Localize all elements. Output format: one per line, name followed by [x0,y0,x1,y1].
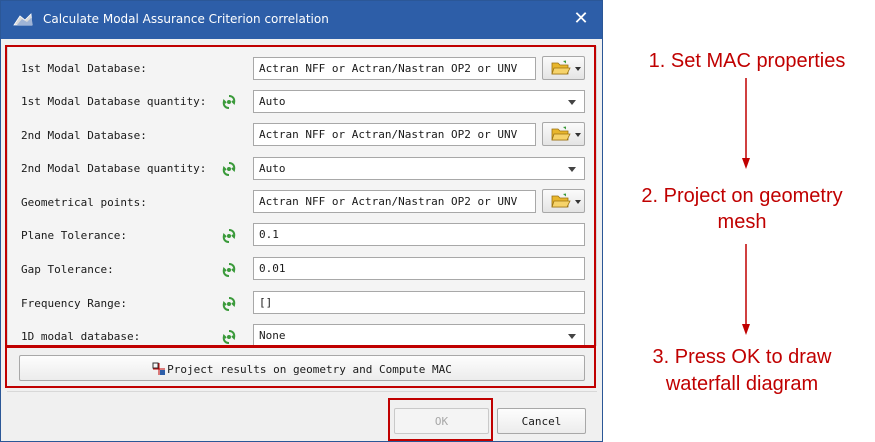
ok-highlight-box [388,398,493,441]
properties-highlight-box [5,45,596,347]
project-highlight-box [5,346,596,388]
app-logo-icon [13,13,33,26]
step-three-annotation-line2: waterfall diagram [665,373,819,395]
close-icon[interactable]: ✕ [569,7,593,31]
dialog-title: Calculate Modal Assurance Criterion corr… [43,12,329,26]
dialog-titlebar: Calculate Modal Assurance Criterion corr… [1,1,602,39]
step-three-annotation-line1: 3. Press OK to draw [652,346,832,368]
step-one-annotation: 1. Set MAC properties [648,50,846,72]
arrow-down-icon [742,244,750,335]
step-two-annotation-line2: mesh [717,211,767,233]
footer-separator [7,391,597,392]
cancel-button[interactable]: Cancel [497,408,586,434]
arrow-down-icon [742,78,750,169]
step-two-annotation-line1: 2. Project on geometry [641,185,843,207]
